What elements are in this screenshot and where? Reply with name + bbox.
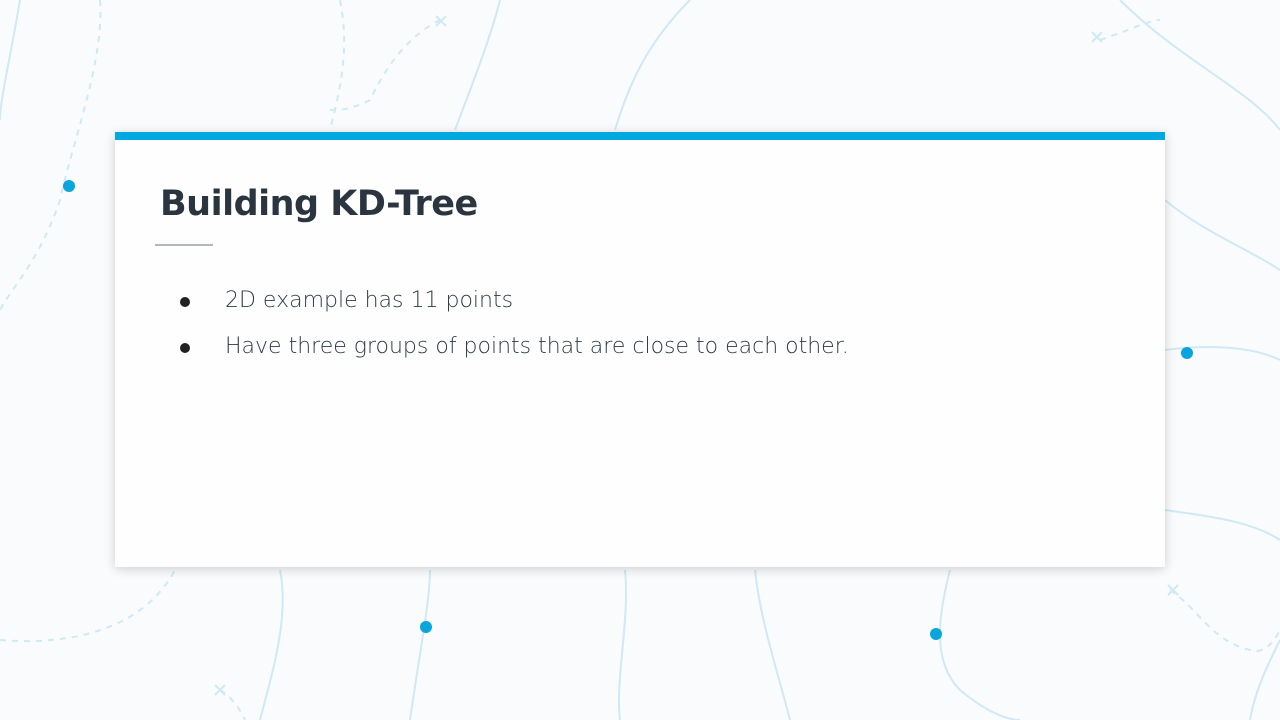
bullet-text: Have three groups of points that are clo…	[225, 334, 849, 359]
bullet-text: 2D example has 11 points	[225, 288, 514, 313]
slide-title: Building KD-Tree	[160, 184, 478, 224]
slide-card: Building KD-Tree 2D example has 11 point…	[115, 132, 1165, 567]
bullet-item: 2D example has 11 points	[175, 290, 849, 336]
bullet-item: Have three groups of points that are clo…	[175, 336, 849, 382]
bullet-icon	[180, 297, 190, 307]
bullet-list: 2D example has 11 points Have three grou…	[175, 290, 849, 382]
bullet-icon	[180, 343, 190, 353]
title-divider	[155, 244, 213, 246]
